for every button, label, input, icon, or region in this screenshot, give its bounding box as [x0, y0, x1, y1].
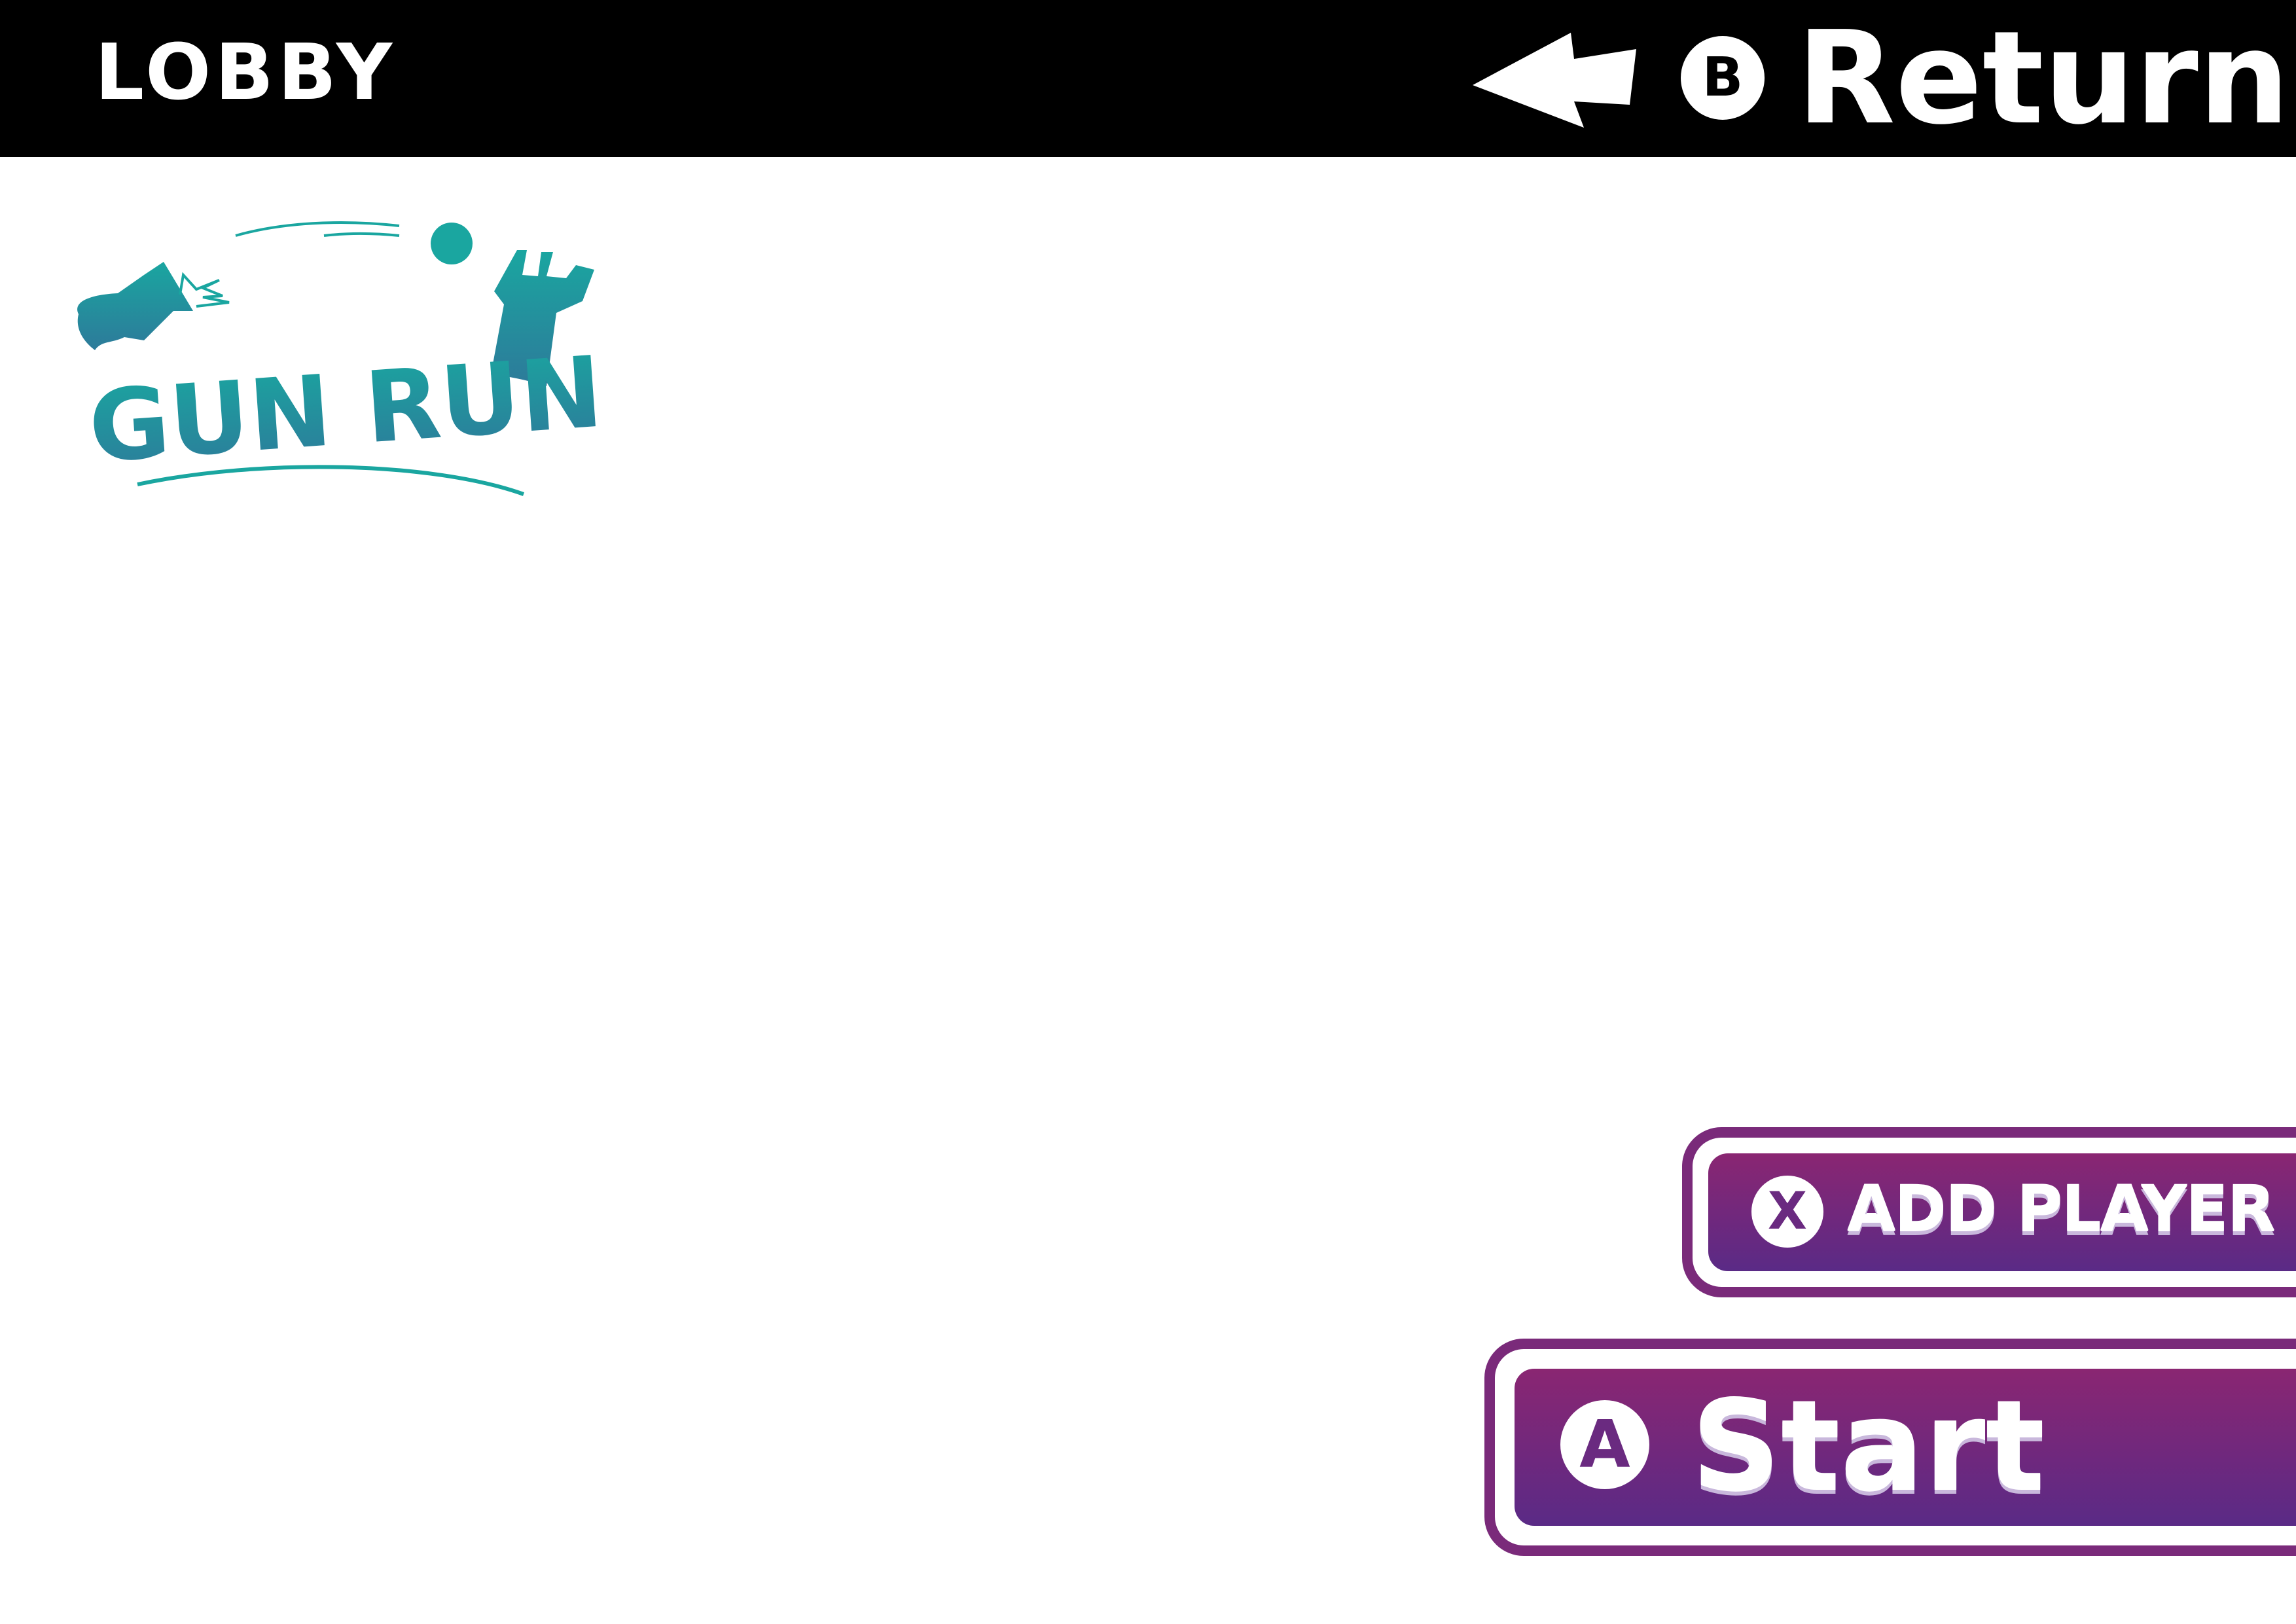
logo-text: GUN RUN — [85, 336, 606, 485]
b-button-badge: B — [1681, 36, 1765, 120]
add-player-label: ADD PLAYER — [1847, 1173, 2276, 1246]
top-bar: LOBBY B Return — [0, 0, 2296, 157]
back-arrow-icon — [1473, 33, 1636, 128]
game-logo: GUN RUN — [77, 221, 606, 496]
screen-title: LOBBY — [95, 27, 397, 117]
x-button-badge: X — [1751, 1176, 1823, 1248]
a-button-badge: A — [1560, 1400, 1649, 1489]
return-label: Return — [1797, 4, 2290, 153]
start-button[interactable]: A Start — [1484, 1339, 2296, 1556]
return-button[interactable]: B Return — [1473, 13, 2289, 144]
start-label: Start — [1691, 1375, 2045, 1519]
add-player-button[interactable]: X ADD PLAYER — [1682, 1127, 2296, 1297]
